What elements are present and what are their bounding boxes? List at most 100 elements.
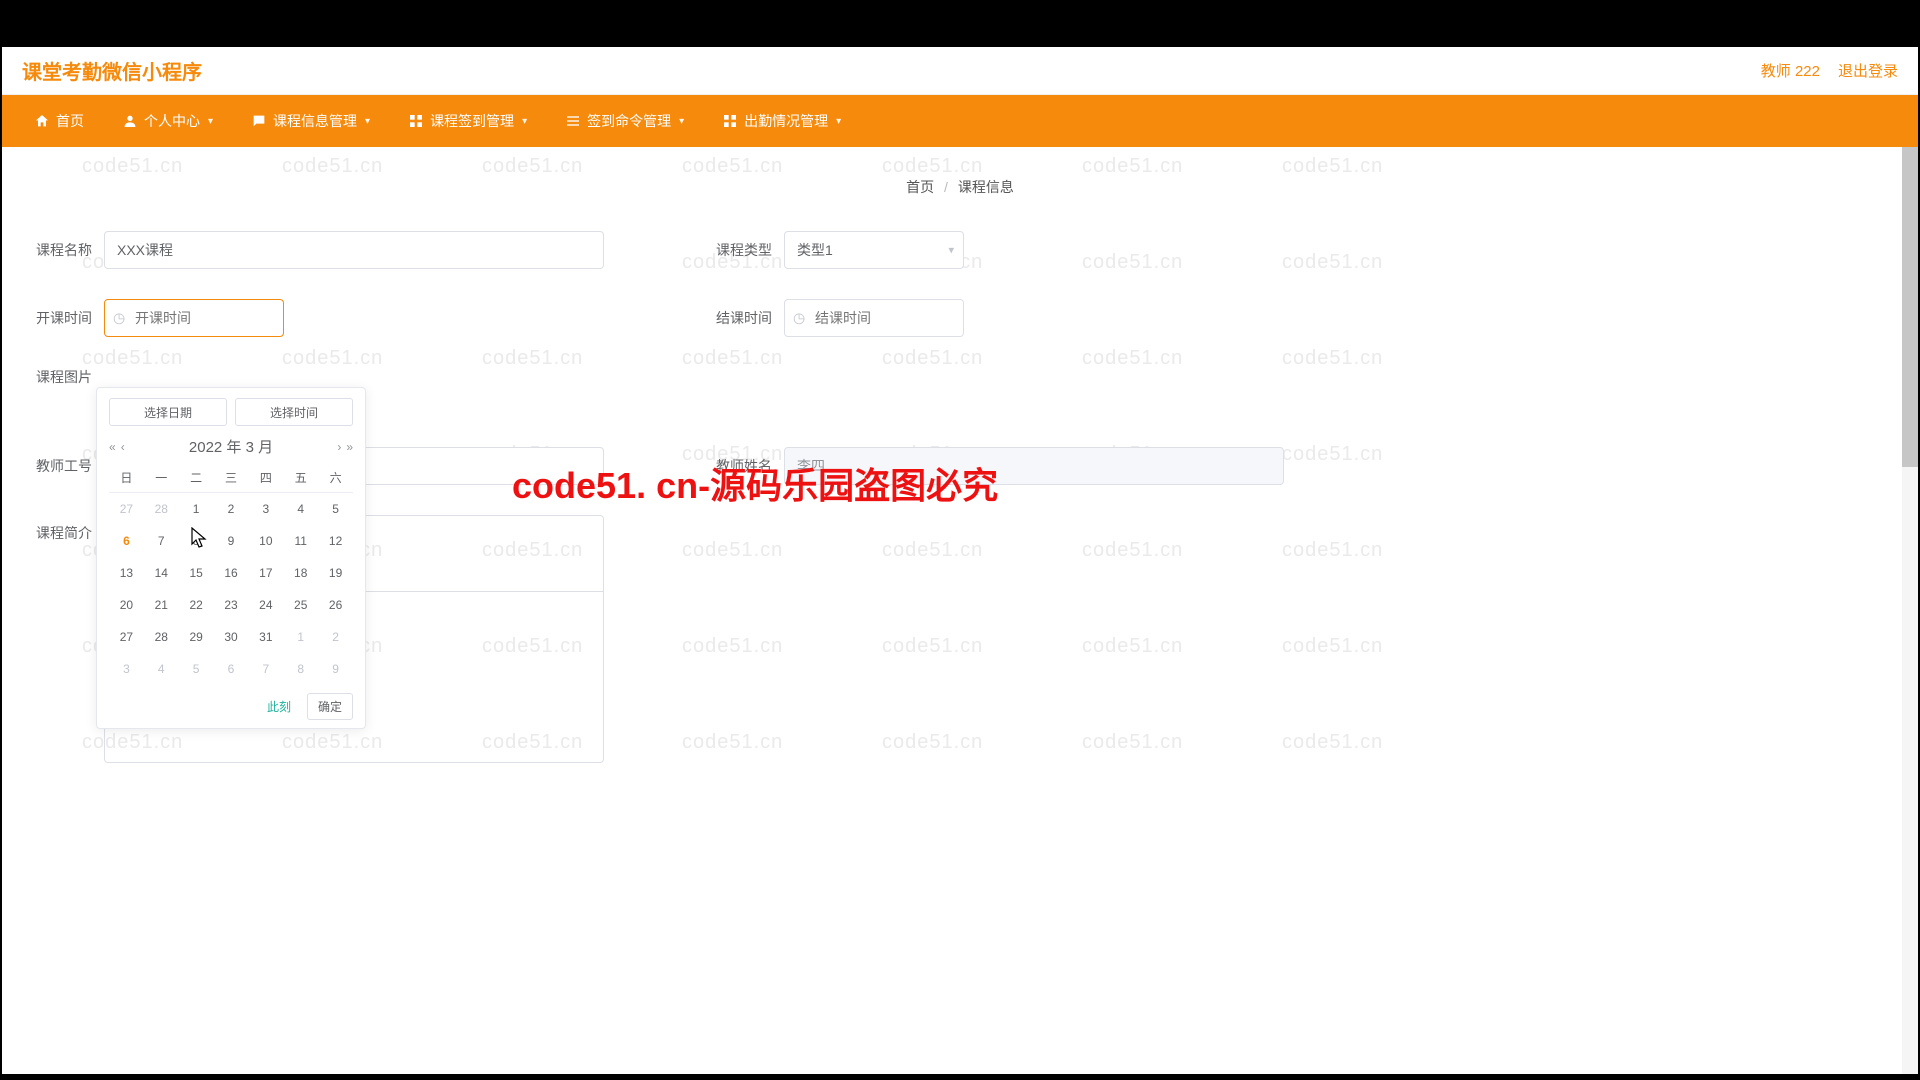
dp-day-cell[interactable]: 8	[179, 525, 214, 557]
home-icon	[34, 113, 50, 129]
dp-day-cell[interactable]: 30	[214, 621, 249, 653]
dp-weekday: 一	[144, 469, 179, 486]
dp-weekday: 五	[283, 469, 318, 486]
nav-label: 课程信息管理	[273, 111, 357, 131]
nav-cmd-mgmt[interactable]: 签到命令管理 ▾	[551, 103, 698, 139]
dp-day-cell[interactable]: 23	[214, 589, 249, 621]
dp-day-cell[interactable]: 7	[248, 653, 283, 685]
dp-day-cell[interactable]: 3	[109, 653, 144, 685]
nav-label: 课程签到管理	[430, 111, 514, 131]
dp-prev-year[interactable]: «	[109, 440, 116, 454]
list-icon	[565, 113, 581, 129]
date-picker: 选择日期 选择时间 « ‹ 2022 年 3 月 › » 日一二三四五六 272…	[96, 387, 366, 729]
dp-now-button[interactable]: 此刻	[261, 694, 297, 719]
dp-day-cell[interactable]: 28	[144, 621, 179, 653]
dp-day-cell[interactable]: 27	[109, 621, 144, 653]
dp-day-cell[interactable]: 12	[318, 525, 353, 557]
dp-day-cell[interactable]: 16	[214, 557, 249, 589]
nav-signin-mgmt[interactable]: 课程签到管理 ▾	[394, 103, 541, 139]
teacher-id-label: 教师工号	[30, 456, 92, 476]
chevron-down-icon: ▾	[836, 116, 841, 127]
nav-label: 签到命令管理	[587, 111, 671, 131]
dp-day-cell[interactable]: 4	[283, 493, 318, 525]
chevron-down-icon: ▾	[522, 116, 527, 127]
clock-icon: ◷	[113, 310, 125, 327]
dp-day-cell[interactable]: 7	[144, 525, 179, 557]
course-name-input[interactable]	[104, 231, 604, 269]
dp-prev-month[interactable]: ‹	[121, 440, 125, 454]
dp-day-cell[interactable]: 22	[179, 589, 214, 621]
nav-attend-mgmt[interactable]: 出勤情况管理 ▾	[708, 103, 855, 139]
course-type-select[interactable]: 类型1	[784, 231, 964, 269]
dp-day-cell[interactable]: 18	[283, 557, 318, 589]
grid-icon	[408, 113, 424, 129]
dp-day-cell[interactable]: 2	[214, 493, 249, 525]
nav-personal[interactable]: 个人中心 ▾	[108, 103, 227, 139]
teacher-name-label: 教师姓名	[710, 456, 772, 476]
start-time-input[interactable]	[104, 299, 284, 337]
dp-day-cell[interactable]: 25	[283, 589, 318, 621]
clock-icon: ◷	[793, 310, 805, 327]
nav-home[interactable]: 首页	[20, 103, 98, 139]
course-name-label: 课程名称	[30, 240, 92, 260]
nav-course-mgmt[interactable]: 课程信息管理 ▾	[237, 103, 384, 139]
dp-day-cell[interactable]: 2	[318, 621, 353, 653]
dp-day-cell[interactable]: 3	[248, 493, 283, 525]
dp-day-cell[interactable]: 11	[283, 525, 318, 557]
dp-weekday: 六	[318, 469, 353, 486]
dp-day-cell[interactable]: 20	[109, 589, 144, 621]
dp-ok-button[interactable]: 确定	[307, 693, 353, 720]
nav-label: 个人中心	[144, 111, 200, 131]
end-time-label: 结课时间	[710, 308, 772, 328]
breadcrumb: 首页 / 课程信息	[2, 177, 1918, 197]
dp-tab-date[interactable]: 选择日期	[109, 398, 227, 426]
dp-day-cell[interactable]: 6	[214, 653, 249, 685]
dp-next-year[interactable]: »	[346, 440, 353, 454]
dp-weekdays: 日一二三四五六	[109, 465, 353, 493]
dp-day-cell[interactable]: 1	[283, 621, 318, 653]
dp-day-cell[interactable]: 21	[144, 589, 179, 621]
header: 课堂考勤微信小程序 教师 222 退出登录	[2, 47, 1918, 95]
breadcrumb-sep: /	[944, 179, 948, 195]
logout-link[interactable]: 退出登录	[1838, 60, 1898, 81]
dp-day-cell[interactable]: 5	[318, 493, 353, 525]
dp-day-cell[interactable]: 15	[179, 557, 214, 589]
dp-next-month[interactable]: ›	[337, 440, 341, 454]
dp-day-cell[interactable]: 24	[248, 589, 283, 621]
dp-day-cell[interactable]: 26	[318, 589, 353, 621]
end-time-input[interactable]	[784, 299, 964, 337]
dp-day-cell[interactable]: 4	[144, 653, 179, 685]
dp-weekday: 二	[179, 469, 214, 486]
dp-weekday: 四	[248, 469, 283, 486]
nav-label: 首页	[56, 111, 84, 131]
dp-day-cell[interactable]: 10	[248, 525, 283, 557]
dp-day-cell[interactable]: 1	[179, 493, 214, 525]
teacher-name-input	[784, 447, 1284, 485]
dp-day-cell[interactable]: 19	[318, 557, 353, 589]
dp-day-cell[interactable]: 8	[283, 653, 318, 685]
dp-day-cell[interactable]: 6	[109, 525, 144, 557]
dp-day-cell[interactable]: 17	[248, 557, 283, 589]
chevron-down-icon: ▾	[208, 116, 213, 127]
breadcrumb-current: 课程信息	[958, 179, 1014, 195]
dp-day-cell[interactable]: 5	[179, 653, 214, 685]
chevron-down-icon: ▾	[679, 116, 684, 127]
dp-day-cell[interactable]: 13	[109, 557, 144, 589]
user-icon	[122, 113, 138, 129]
chevron-down-icon: ▾	[365, 116, 370, 127]
course-type-label: 课程类型	[710, 240, 772, 260]
dp-day-cell[interactable]: 14	[144, 557, 179, 589]
current-user[interactable]: 教师 222	[1761, 60, 1820, 81]
dp-day-cell[interactable]: 28	[144, 493, 179, 525]
breadcrumb-home[interactable]: 首页	[906, 179, 934, 195]
course-image-label: 课程图片	[30, 367, 92, 387]
dp-day-cell[interactable]: 9	[214, 525, 249, 557]
navbar: 首页 个人中心 ▾ 课程信息管理 ▾ 课程签到管理 ▾ 签到命令管理 ▾ 出勤情…	[2, 95, 1918, 147]
dp-weekday: 日	[109, 469, 144, 486]
dp-day-cell[interactable]: 31	[248, 621, 283, 653]
dp-day-cell[interactable]: 9	[318, 653, 353, 685]
dp-day-cell[interactable]: 27	[109, 493, 144, 525]
dp-tab-time[interactable]: 选择时间	[235, 398, 353, 426]
dp-day-cell[interactable]: 29	[179, 621, 214, 653]
dp-title: 2022 年 3 月	[189, 436, 273, 457]
